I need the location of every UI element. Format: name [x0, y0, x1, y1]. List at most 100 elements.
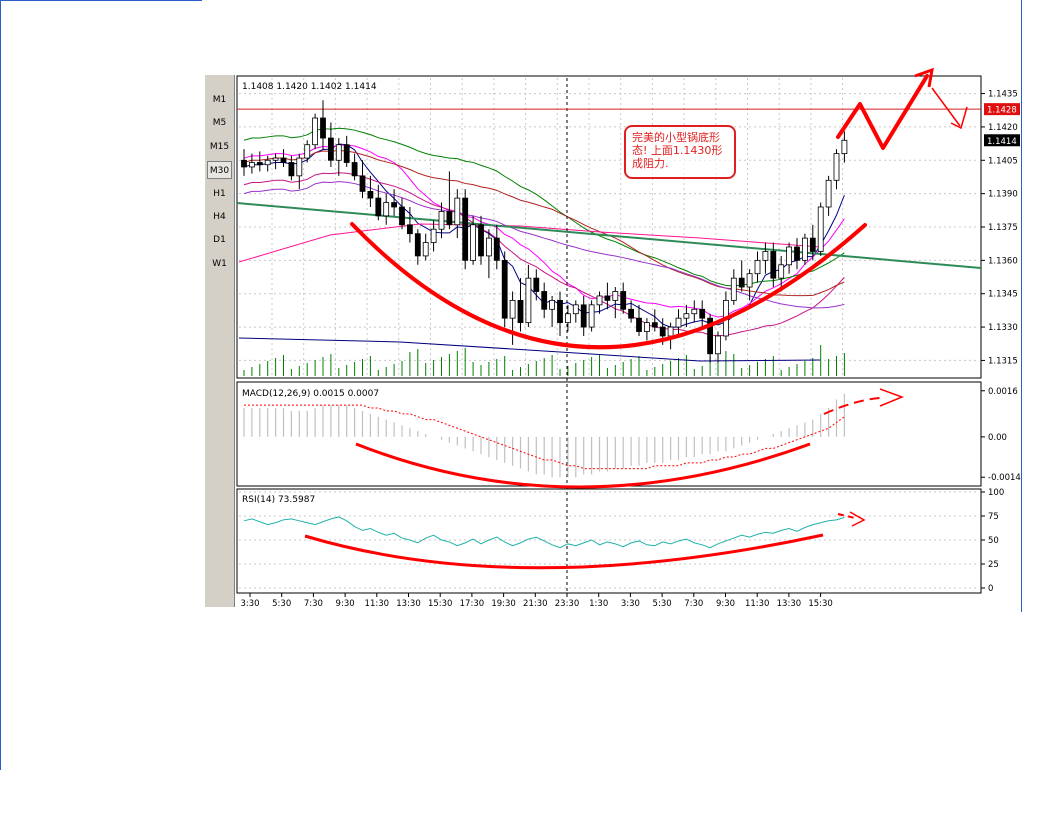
- candle-body: [580, 304, 587, 328]
- annotation-line-2: 态! 上面1.1430形: [632, 144, 723, 157]
- price-axis: 1.1435 1.1420 1.1405 1.1390 1.1375 1.1360 1.13…: [981, 90, 1020, 366]
- time-tick-label: 5:30: [653, 599, 672, 609]
- candle-body: [264, 159, 271, 166]
- rsi-tick-label: 0: [988, 584, 993, 594]
- chart-canvas: 1.1408 1.1420 1.1402 1.1414 1.1435 1.1420…: [236, 67, 1021, 609]
- price-tick-label: 1.1435: [988, 90, 1018, 100]
- candle-body: [525, 277, 532, 324]
- candle-body: [335, 144, 342, 161]
- candle-body: [470, 224, 477, 261]
- time-tick-label: 5:30: [272, 599, 291, 609]
- candle-body: [359, 175, 366, 192]
- candle-body: [320, 117, 326, 139]
- time-tick-label: 7:30: [304, 599, 323, 609]
- candle-body: [636, 317, 642, 332]
- current-price-label: 1.1414: [987, 137, 1017, 147]
- candle-body: [446, 211, 453, 226]
- candle-body: [343, 144, 350, 163]
- price-tick-label: 1.1360: [988, 256, 1018, 266]
- candle-body: [351, 162, 358, 177]
- candle-body: [651, 322, 658, 328]
- candle-body: [557, 299, 563, 324]
- price-tick-label: 1.1405: [988, 156, 1018, 166]
- price-tick-label: 1.1390: [988, 190, 1018, 200]
- price-tick-label: 1.1315: [988, 356, 1018, 366]
- macd-tick-label: 0.00: [988, 433, 1007, 443]
- time-tick-label: 13:30: [777, 599, 802, 609]
- candle-body: [778, 264, 785, 279]
- candle-body: [517, 299, 524, 324]
- candle-body: [572, 304, 579, 315]
- candle-body: [833, 153, 840, 181]
- time-axis: 3:30 5:30 7:30 9:30 11:30 13:30 15:30 17:30 19:3…: [240, 593, 833, 609]
- candle-body: [730, 277, 737, 301]
- time-tick-label: 13:30: [396, 599, 421, 609]
- candle-body: [746, 273, 753, 288]
- rsi-panel: [236, 488, 982, 594]
- annotation-line-1: 完美的小型锅底形: [632, 131, 720, 144]
- price-tick-label: 1.1330: [988, 323, 1018, 333]
- candle-body: [462, 197, 469, 261]
- time-tick-label: 15:30: [428, 599, 453, 609]
- rsi-tick-label: 75: [988, 512, 999, 522]
- price-tick-label: 1.1345: [988, 290, 1018, 300]
- time-tick-label: 15:30: [808, 599, 833, 609]
- candle-body: [841, 139, 848, 155]
- candle-body: [367, 191, 374, 199]
- candle-body: [438, 211, 445, 230]
- candle-body: [699, 308, 706, 319]
- time-tick-label: 9:30: [336, 599, 355, 609]
- candle-body: [794, 246, 800, 261]
- candle-body: [588, 304, 595, 328]
- candle-body: [304, 144, 311, 159]
- candle-body: [667, 326, 674, 337]
- candle-body: [383, 202, 390, 217]
- candle-body: [809, 237, 816, 252]
- candle-body: [478, 224, 484, 257]
- price-tick-label: 1.1375: [988, 223, 1018, 233]
- time-tick-label: 7:30: [684, 599, 703, 609]
- candle-body: [628, 308, 634, 319]
- candle-body: [817, 206, 824, 252]
- candle-body: [715, 335, 721, 355]
- candle-body: [549, 299, 555, 310]
- candle-body: [675, 317, 682, 328]
- resistance-price-label: 1.1428: [987, 106, 1017, 116]
- candle-body: [288, 162, 295, 177]
- candle-body: [406, 224, 413, 235]
- candle-body: [786, 246, 792, 266]
- candle-body: [312, 117, 319, 146]
- candle-body: [802, 237, 808, 261]
- candle-body: [280, 157, 287, 163]
- price-tick-label: 1.1420: [988, 123, 1018, 133]
- candle-body: [541, 291, 548, 310]
- candle-body: [327, 137, 334, 161]
- candle-body: [241, 159, 247, 168]
- candle-body: [391, 202, 398, 208]
- time-tick-label: 9:30: [716, 599, 735, 609]
- candle-body: [399, 206, 405, 226]
- candle-body: [683, 313, 690, 319]
- candle-body: [620, 291, 627, 310]
- candle-body: [644, 322, 650, 332]
- candle-body: [738, 277, 745, 288]
- candle-body: [612, 291, 619, 301]
- candle-body: [509, 299, 516, 319]
- macd-tick-label: -0.0014: [988, 473, 1021, 483]
- candle-body: [762, 251, 769, 261]
- time-tick-label: 19:30: [491, 599, 516, 609]
- macd-tick-label: 0.0016: [988, 387, 1018, 397]
- candle-body: [691, 308, 698, 315]
- candle-body: [659, 326, 666, 337]
- time-tick-label: 11:30: [365, 599, 390, 609]
- candle-body: [501, 259, 508, 319]
- time-tick-label: 23:30: [555, 599, 580, 609]
- macd-label: MACD(12,26,9) 0.0015 0.0007: [242, 389, 379, 399]
- rsi-label: RSI(14) 73.5987: [242, 495, 315, 505]
- time-tick-label: 11:30: [745, 599, 770, 609]
- candle-body: [493, 237, 500, 261]
- ohlc-header: 1.1408 1.1420 1.1402 1.1414: [242, 82, 377, 92]
- rsi-tick-label: 25: [988, 560, 999, 570]
- candle-body: [430, 228, 437, 243]
- candle-body: [454, 197, 461, 226]
